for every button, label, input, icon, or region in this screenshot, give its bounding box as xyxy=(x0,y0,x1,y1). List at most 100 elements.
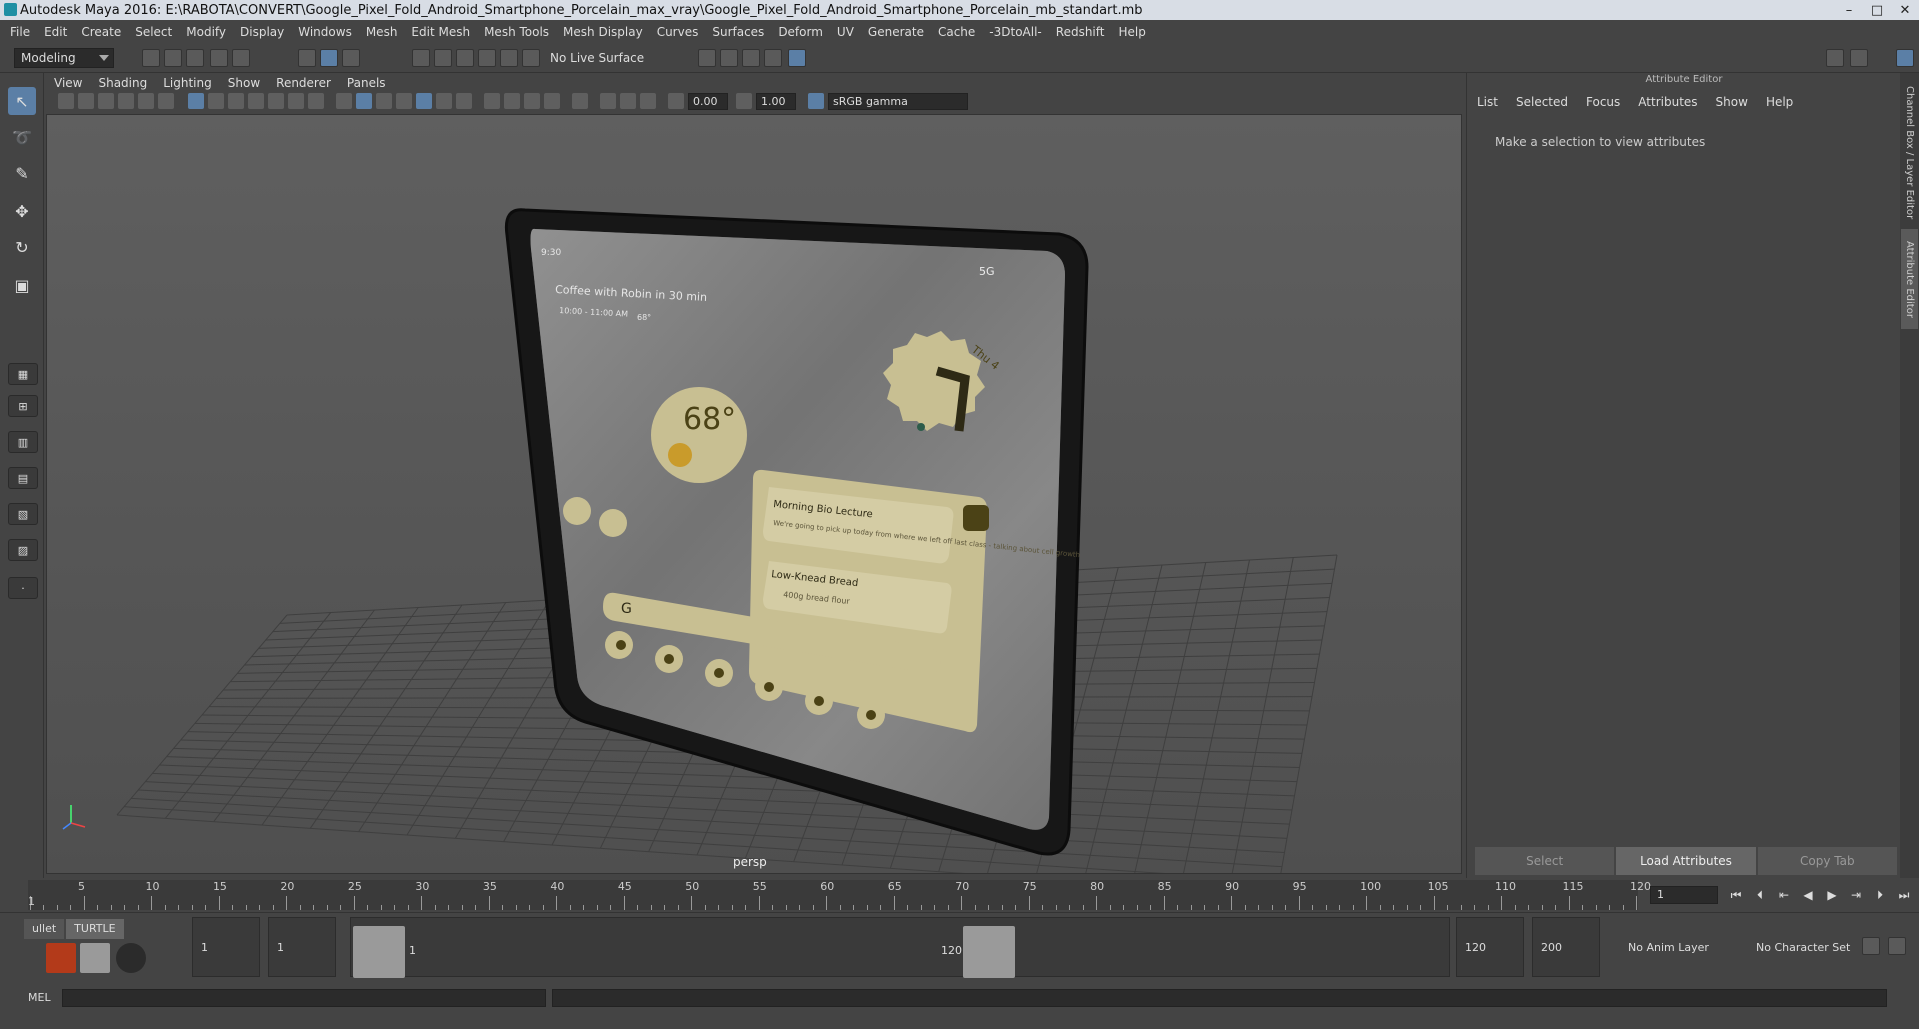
menu-generate[interactable]: Generate xyxy=(868,25,924,39)
ae-select-button[interactable]: Select xyxy=(1475,847,1615,875)
redo-icon[interactable] xyxy=(232,49,250,67)
panel-menu-shading[interactable]: Shading xyxy=(98,76,147,90)
play-backwards-icon[interactable]: ◀ xyxy=(1800,887,1816,903)
toggle-attribute-editor-icon[interactable] xyxy=(1850,49,1868,67)
wireframe-icon[interactable] xyxy=(336,93,352,109)
menu-edit[interactable]: Edit xyxy=(44,25,67,39)
menu-3dtoall[interactable]: -3DtoAll- xyxy=(989,25,1041,39)
anim-layer-select[interactable]: No Anim Layer xyxy=(1620,917,1740,977)
ae-menu-help[interactable]: Help xyxy=(1766,95,1793,109)
step-back-key-icon[interactable]: ⇤ xyxy=(1776,887,1792,903)
open-scene-icon[interactable] xyxy=(164,49,182,67)
scale-tool-icon[interactable]: ▣ xyxy=(8,271,36,299)
menu-uv[interactable]: UV xyxy=(837,25,854,39)
go-to-end-icon[interactable]: ⏭ xyxy=(1896,887,1912,903)
lasso-tool-icon[interactable]: ➰ xyxy=(8,123,36,151)
camera-attributes-icon[interactable] xyxy=(78,93,94,109)
snap-to-point-icon[interactable] xyxy=(456,49,474,67)
rotate-tool-icon[interactable]: ↻ xyxy=(8,233,36,261)
undo-icon[interactable] xyxy=(210,49,228,67)
render-settings-icon[interactable] xyxy=(764,49,782,67)
menu-cache[interactable]: Cache xyxy=(938,25,975,39)
tab-channel-box-layer-editor[interactable]: Channel Box / Layer Editor xyxy=(1901,83,1918,223)
bullet-solver-icon[interactable] xyxy=(46,943,76,973)
playback-start-field[interactable]: 1 xyxy=(268,917,336,977)
menu-display[interactable]: Display xyxy=(240,25,284,39)
perspective-viewport[interactable]: 9:30 Coffee with Robin in 30 min 10:00 -… xyxy=(46,114,1462,874)
range-start-handle[interactable] xyxy=(353,926,405,978)
command-input[interactable] xyxy=(62,989,546,1007)
panel-menu-view[interactable]: View xyxy=(54,76,82,90)
gate-mask-icon[interactable] xyxy=(248,93,264,109)
time-slider[interactable]: 5 10 15 20 25 30 35 40 45 50 55 60 65 70 75 80 85 90 95 100… xyxy=(0,878,1919,912)
character-set-select[interactable]: No Character Set xyxy=(1748,917,1868,977)
persp-outliner-layout-icon[interactable]: ▥ xyxy=(8,431,38,453)
xray-joints-icon[interactable] xyxy=(640,93,656,109)
depth-of-field-icon[interactable] xyxy=(544,93,560,109)
screen-space-ao-icon[interactable] xyxy=(484,93,500,109)
select-by-object-icon[interactable] xyxy=(320,49,338,67)
single-perspective-layout-icon[interactable]: ▦ xyxy=(8,363,38,385)
persp-graph-layout-icon[interactable]: ▤ xyxy=(8,467,38,489)
menu-windows[interactable]: Windows xyxy=(298,25,352,39)
close-button[interactable]: ✕ xyxy=(1891,0,1919,20)
new-scene-icon[interactable] xyxy=(142,49,160,67)
animation-preferences-icon[interactable] xyxy=(1888,937,1906,955)
xray-icon[interactable] xyxy=(600,93,616,109)
menu-set-selector[interactable]: Modeling xyxy=(14,48,114,68)
film-gate-icon[interactable] xyxy=(208,93,224,109)
menu-file[interactable]: File xyxy=(10,25,30,39)
safe-action-icon[interactable] xyxy=(288,93,304,109)
gamma-icon[interactable] xyxy=(736,93,752,109)
select-by-hierarchy-icon[interactable] xyxy=(298,49,316,67)
menu-surfaces[interactable]: Surfaces xyxy=(712,25,764,39)
tab-attribute-editor[interactable]: Attribute Editor xyxy=(1901,229,1918,329)
ae-menu-list[interactable]: List xyxy=(1477,95,1498,109)
menu-modify[interactable]: Modify xyxy=(186,25,226,39)
image-plane-icon[interactable] xyxy=(118,93,134,109)
hypershade-icon[interactable] xyxy=(788,49,806,67)
go-to-start-icon[interactable]: ⏮ xyxy=(1728,887,1744,903)
select-by-component-icon[interactable] xyxy=(342,49,360,67)
menu-redshift[interactable]: Redshift xyxy=(1056,25,1105,39)
panel-menu-show[interactable]: Show xyxy=(228,76,260,90)
step-forward-key-icon[interactable]: ⇥ xyxy=(1848,887,1864,903)
anti-aliasing-icon[interactable] xyxy=(524,93,540,109)
menu-mesh-tools[interactable]: Mesh Tools xyxy=(484,25,549,39)
modeling-toolkit-icon[interactable] xyxy=(1826,49,1844,67)
outliner-toggle-icon[interactable]: · xyxy=(8,577,38,599)
ae-copy-tab-button[interactable]: Copy Tab xyxy=(1757,847,1897,875)
color-management-icon[interactable] xyxy=(808,93,824,109)
custom-layout-icon[interactable]: ▨ xyxy=(8,539,38,561)
live-surface-label[interactable]: No Live Surface xyxy=(550,48,660,68)
isolate-select-icon[interactable] xyxy=(572,93,588,109)
minimize-button[interactable]: – xyxy=(1835,0,1863,20)
safe-title-icon[interactable] xyxy=(308,93,324,109)
gamma-field[interactable]: 1.00 xyxy=(756,93,796,110)
channel-box-icon[interactable] xyxy=(1896,49,1914,67)
script-language-toggle[interactable]: MEL xyxy=(28,991,51,1004)
menu-help[interactable]: Help xyxy=(1118,25,1145,39)
resolution-gate-icon[interactable] xyxy=(228,93,244,109)
menu-mesh[interactable]: Mesh xyxy=(366,25,398,39)
menu-select[interactable]: Select xyxy=(135,25,172,39)
make-live-icon[interactable] xyxy=(500,49,518,67)
wireframe-on-shaded-icon[interactable] xyxy=(396,93,412,109)
shelf-tab-bullet[interactable]: ullet xyxy=(24,919,65,939)
field-chart-icon[interactable] xyxy=(268,93,284,109)
panel-menu-renderer[interactable]: Renderer xyxy=(276,76,331,90)
panel-menu-panels[interactable]: Panels xyxy=(347,76,386,90)
grease-pencil-icon[interactable] xyxy=(158,93,174,109)
snap-to-view-plane-icon[interactable] xyxy=(478,49,496,67)
ipr-render-icon[interactable] xyxy=(742,49,760,67)
step-forward-frame-icon[interactable]: ⏵ xyxy=(1872,887,1888,903)
render-frame-icon[interactable] xyxy=(720,49,738,67)
step-back-frame-icon[interactable]: ⏴ xyxy=(1752,887,1768,903)
turtle-render-icon[interactable] xyxy=(80,943,110,973)
grid-icon[interactable] xyxy=(188,93,204,109)
menu-create[interactable]: Create xyxy=(81,25,121,39)
paint-select-tool-icon[interactable]: ✎ xyxy=(8,159,36,187)
ae-menu-show[interactable]: Show xyxy=(1716,95,1748,109)
bookmark-icon[interactable] xyxy=(98,93,114,109)
menu-mesh-display[interactable]: Mesh Display xyxy=(563,25,643,39)
